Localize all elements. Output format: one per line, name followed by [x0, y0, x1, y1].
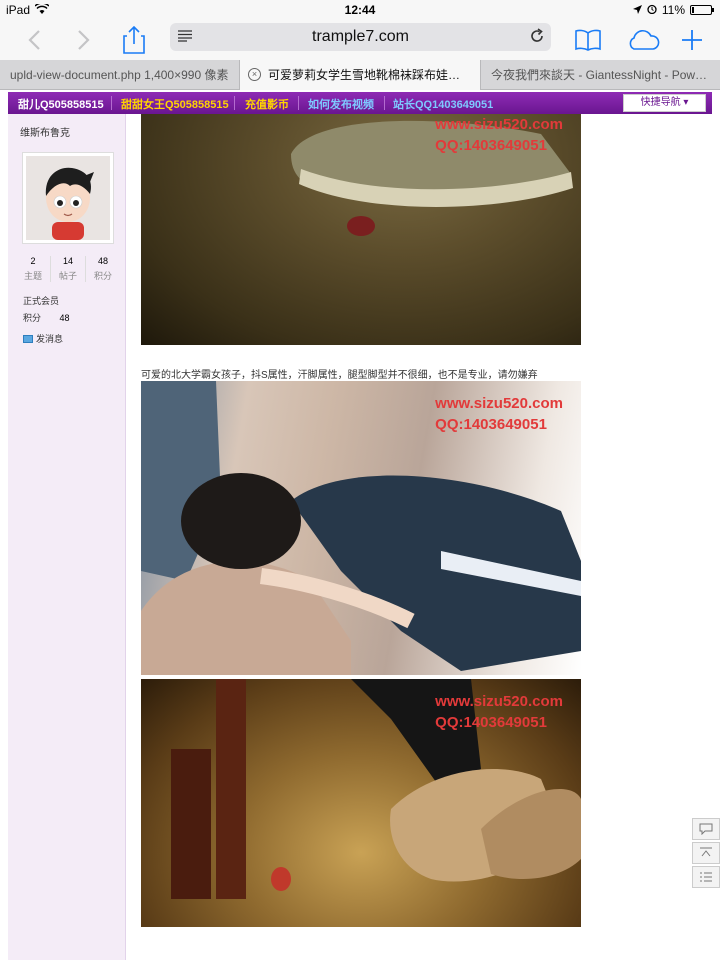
- browser-toolbar: trample7.com: [0, 20, 720, 60]
- chevron-right-icon: [78, 30, 90, 50]
- tab-title: 可爱萝莉女学生雪地靴棉袜踩布娃娃~...: [268, 68, 478, 82]
- nav-divider: [384, 96, 385, 110]
- share-icon: [123, 26, 145, 54]
- watermark-site: www.sizu520.com: [435, 395, 563, 412]
- watermark-site: www.sizu520.com: [435, 116, 563, 133]
- reply-button[interactable]: [692, 818, 720, 840]
- stat-posts[interactable]: 14 帖子: [51, 256, 86, 282]
- nav-divider: [234, 96, 235, 110]
- points-value: 48: [59, 313, 70, 323]
- nav-item-tianer[interactable]: 甜儿Q505858515: [18, 96, 104, 112]
- watermark-qq: QQ:1403649051: [435, 416, 547, 433]
- quick-nav-label: 快捷导航: [640, 97, 681, 108]
- watermark-qq: QQ:1403649051: [435, 714, 547, 731]
- envelope-icon: [23, 334, 33, 343]
- close-tab-icon[interactable]: ×: [248, 68, 261, 81]
- location-icon: [632, 3, 642, 17]
- address-bar[interactable]: trample7.com: [170, 23, 551, 51]
- watermark-site: www.sizu520.com: [435, 693, 563, 710]
- author-profile-panel: 维斯布鲁克 2 主题 14 帖子 48 积分 正式会员 积分 48 发消息: [8, 114, 126, 960]
- nav-divider: [111, 96, 112, 110]
- watermark-qq: QQ:1403649051: [435, 137, 547, 154]
- post-image-3[interactable]: www.sizu520.com QQ:1403649051: [141, 679, 581, 927]
- stat-points[interactable]: 48 积分: [86, 256, 120, 282]
- member-level[interactable]: 正式会员: [23, 294, 59, 307]
- points-row: 积分 48: [23, 311, 70, 324]
- stat-label: 主题: [23, 271, 42, 281]
- post-image-1[interactable]: www.sizu520.com QQ:1403649051: [141, 114, 581, 345]
- chevron-left-icon: [28, 30, 40, 50]
- quick-nav-button[interactable]: 快捷导航 ▾: [623, 94, 706, 112]
- floating-tools: [692, 818, 720, 890]
- image-watermark: www.sizu520.com QQ:1403649051: [435, 691, 563, 733]
- tab-current[interactable]: × 可爱萝莉女学生雪地靴棉袜踩布娃娃~...: [240, 60, 481, 90]
- status-right: 11%: [632, 3, 714, 17]
- author-stats: 2 主题 14 帖子 48 积分: [16, 256, 120, 282]
- bookmarks-button[interactable]: [572, 24, 604, 56]
- nav-divider: [298, 96, 299, 110]
- alarm-icon: [647, 3, 657, 17]
- tab-title: upld-view-document.php 1,400×990 像素: [10, 68, 229, 82]
- nav-item-recharge[interactable]: 充值影币: [245, 96, 289, 112]
- reload-icon[interactable]: [529, 28, 545, 47]
- comment-icon: [699, 823, 713, 835]
- send-message-link[interactable]: 发消息: [23, 332, 63, 345]
- stat-threads[interactable]: 2 主题: [16, 256, 51, 282]
- tab-title: 今夜我們來談天 - GiantessNight - Powe...: [491, 68, 712, 82]
- battery-icon: [690, 5, 714, 15]
- status-bar: iPad 12:44 11%: [0, 0, 720, 20]
- author-username[interactable]: 维斯布鲁克: [20, 124, 70, 139]
- image-watermark: www.sizu520.com QQ:1403649051: [435, 114, 563, 156]
- back-to-top-button[interactable]: [692, 842, 720, 864]
- status-time: 12:44: [344, 3, 376, 17]
- tab-giantessnight[interactable]: 今夜我們來談天 - GiantessNight - Powe...: [481, 60, 720, 90]
- arrow-up-icon: [700, 847, 712, 857]
- stat-value: 48: [97, 256, 108, 266]
- post-image-2[interactable]: www.sizu520.com QQ:1403649051: [141, 381, 581, 675]
- cloud-icon: [629, 30, 660, 50]
- share-button[interactable]: [118, 24, 150, 56]
- site-nav-bar: 甜儿Q505858515 甜甜女王Q505858515 充值影币 如何发布视频 …: [8, 92, 712, 114]
- stat-value: 2: [30, 256, 36, 266]
- list-icon: [700, 872, 712, 882]
- back-button[interactable]: [18, 24, 50, 56]
- nav-item-tiantian[interactable]: 甜甜女王Q505858515: [121, 96, 229, 112]
- avatar-cartoon-icon: [26, 156, 110, 240]
- nav-item-admin-qq[interactable]: 站长QQ1403649051: [393, 96, 493, 112]
- book-icon: [575, 29, 601, 51]
- send-message-label: 发消息: [36, 334, 64, 344]
- caret-down-icon: ▾: [683, 97, 689, 108]
- points-label: 积分: [23, 313, 42, 323]
- new-tab-button[interactable]: [676, 24, 708, 56]
- icloud-tabs-button[interactable]: [624, 24, 662, 56]
- stat-label: 帖子: [58, 271, 77, 281]
- plus-icon: [682, 30, 702, 50]
- list-button[interactable]: [692, 866, 720, 888]
- battery-percent: 11%: [661, 3, 685, 17]
- stat-value: 14: [62, 256, 73, 266]
- tab-upld-view-document[interactable]: upld-view-document.php 1,400×990 像素: [0, 60, 240, 90]
- nav-item-how-to-post[interactable]: 如何发布视频: [308, 96, 374, 112]
- image-watermark: www.sizu520.com QQ:1403649051: [435, 393, 563, 435]
- tab-bar: upld-view-document.php 1,400×990 像素 × 可爱…: [0, 60, 720, 90]
- forward-button[interactable]: [68, 24, 100, 56]
- avatar[interactable]: [22, 152, 114, 244]
- post-content: www.sizu520.com QQ:1403649051 可爱的北大学霸女孩子…: [126, 114, 720, 960]
- url-text: trample7.com: [312, 28, 409, 45]
- stat-label: 积分: [93, 271, 112, 281]
